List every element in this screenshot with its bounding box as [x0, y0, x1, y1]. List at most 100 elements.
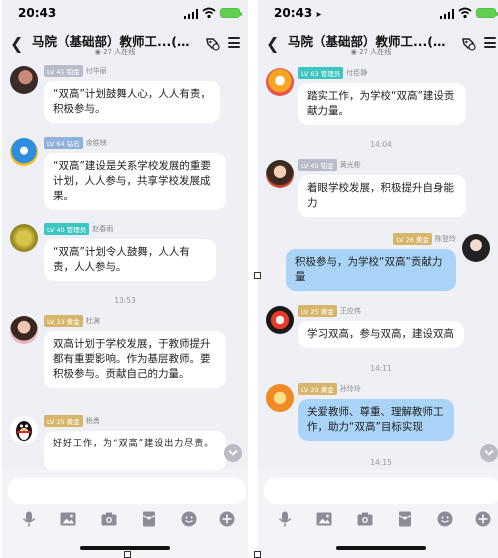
user-avatar-icon[interactable] — [10, 138, 38, 166]
status-icons — [180, 7, 242, 19]
sender-meta: LV 33 黄金 杜渊 — [44, 315, 100, 327]
user-avatar-icon[interactable] — [462, 234, 490, 262]
emoji-icon[interactable] — [180, 510, 198, 528]
image-icon[interactable] — [59, 510, 77, 528]
timestamp: 13:53 — [114, 296, 136, 305]
qq-penguin-avatar-icon[interactable] — [10, 416, 38, 444]
sender-name: 杜渊 — [85, 317, 100, 325]
chevron-down-icon — [484, 449, 494, 456]
sender-meta: LV 64 钻石 余胜映 — [44, 137, 107, 149]
back-icon[interactable]: ❮ — [266, 34, 279, 53]
message-bubble[interactable]: 学习双高，参与双高，建设双高 — [298, 321, 464, 348]
selection-handle — [254, 551, 261, 558]
status-bar: 20:43 — [2, 0, 248, 24]
user-avatar-icon[interactable] — [10, 316, 38, 344]
toolbar — [2, 510, 248, 530]
phone-screen-right: 20:43 ➤ ❮ 马院（基础部）教师工...(37) ◉ 27 人在线 LV … — [258, 0, 498, 558]
status-icons — [436, 7, 498, 19]
user-avatar-icon[interactable] — [10, 66, 38, 94]
sender-name: 孙玲玲 — [339, 385, 361, 393]
sender-name: 王应伟 — [339, 307, 361, 315]
sender-meta: LV 40 管理员 赵春雨 — [44, 223, 114, 235]
wifi-icon — [458, 7, 472, 19]
sender-meta: LV 25 黄金 杨勇 — [44, 415, 100, 427]
level-badge: LV 25 黄金 — [298, 305, 337, 317]
level-badge: LV 45 铂金 — [298, 159, 337, 171]
selection-handle — [254, 272, 261, 279]
screen-divider — [252, 0, 254, 558]
level-badge: LV 40 管理员 — [44, 223, 90, 235]
user-avatar-icon[interactable] — [266, 68, 294, 96]
call-icon[interactable] — [460, 35, 476, 51]
user-avatar-icon[interactable] — [266, 306, 294, 334]
back-icon[interactable]: ❮ — [10, 34, 23, 53]
microphone-icon[interactable] — [20, 510, 38, 528]
message-bubble[interactable]: “双高”计划令人鼓舞，人人有责，人人参与。 — [44, 239, 216, 281]
screenshot-pair: 20:43 ❮ 马院（基础部）教师工...(37) ◉ 27 人在线 LV 41… — [0, 0, 498, 558]
signal-icon — [440, 9, 454, 19]
sender-meta: LV 63 管理员 付臣静 — [298, 67, 368, 79]
message-bubble[interactable]: 着眼学校发展，积极提升自身能力 — [298, 175, 466, 217]
location-arrow-icon: ➤ — [312, 10, 322, 19]
level-badge: LV 33 黄金 — [44, 315, 83, 327]
red-packet-icon[interactable] — [140, 510, 158, 528]
message-bubble[interactable]: 踏实工作，为学校“双高”建设贡献力量。 — [298, 83, 466, 125]
timestamp: 14:15 — [370, 458, 392, 467]
microphone-icon[interactable] — [276, 510, 294, 528]
camera-icon[interactable] — [100, 510, 118, 528]
sender-name: 付臣静 — [346, 69, 368, 77]
battery-icon — [476, 8, 498, 18]
online-count: ◉ 27 人在线 — [94, 48, 136, 56]
message-bubble[interactable]: 积极参与，为学校“双高”贡献力量 — [286, 249, 456, 291]
level-badge: LV 29 黄金 — [298, 383, 337, 395]
level-badge: LV 63 管理员 — [298, 67, 344, 79]
sender-name: 余胜映 — [85, 139, 107, 147]
online-dot-icon: ◉ — [350, 48, 360, 56]
input-area — [258, 470, 498, 558]
menu-icon[interactable] — [228, 37, 240, 48]
level-badge: LV 64 钻石 — [44, 137, 83, 149]
status-bar: 20:43 ➤ — [258, 0, 498, 24]
message-bubble[interactable]: 关爱教师、尊重、理解教师工作，助力“双高”目标实现 — [298, 399, 454, 441]
selection-handle — [124, 551, 131, 558]
level-badge: LV 26 黄金 — [393, 233, 432, 245]
timestamp: 14:11 — [370, 364, 392, 373]
sender-meta: LV 29 黄金 孙玲玲 — [298, 383, 361, 395]
input-area — [2, 470, 248, 558]
message-bubble[interactable]: “双高”建设是关系学校发展的重要计划，人人参与，共享学校发展成果。 — [44, 153, 226, 210]
red-packet-icon[interactable] — [396, 510, 414, 528]
message-bubble[interactable]: 双高计划于学校发展，于教师提升都有重要影响。作为基层教师。要积极参与。贡献自己的… — [44, 331, 226, 388]
message-input[interactable] — [264, 478, 498, 504]
toolbar — [258, 510, 498, 530]
status-time: 20:43 ➤ — [274, 6, 322, 20]
online-dot-icon: ◉ — [94, 48, 104, 56]
user-avatar-icon[interactable] — [266, 160, 294, 188]
home-indicator — [336, 546, 426, 550]
message-bubble[interactable]: “双高”计划鼓舞人心，人人有责，积极参与。 — [44, 81, 220, 123]
image-icon[interactable] — [315, 510, 333, 528]
scroll-to-bottom-button[interactable] — [224, 444, 242, 462]
sender-meta: LV 26 黄金 陈登玲 — [393, 233, 456, 245]
user-avatar-icon[interactable] — [266, 384, 294, 412]
online-count: ◉ 27 人在线 — [350, 48, 392, 56]
emoji-icon[interactable] — [436, 510, 454, 528]
menu-icon[interactable] — [484, 37, 496, 48]
status-time: 20:43 — [18, 6, 57, 20]
level-badge: LV 25 黄金 — [44, 415, 83, 427]
plus-icon[interactable] — [474, 510, 492, 528]
user-avatar-icon[interactable] — [10, 224, 38, 252]
sender-name: 付华丽 — [85, 67, 107, 75]
chat-header: ❮ 马院（基础部）教师工...(37) ◉ 27 人在线 — [2, 28, 248, 60]
chevron-down-icon — [228, 449, 238, 456]
plus-icon[interactable] — [218, 510, 236, 528]
home-indicator — [80, 546, 170, 550]
level-badge: LV 41 铂金 — [44, 65, 83, 77]
timestamp: 14:04 — [370, 140, 392, 149]
sender-name: 赵春雨 — [92, 225, 114, 233]
message-input[interactable] — [8, 478, 246, 504]
message-bubble[interactable]: 好好工作，为“双高”建设出力尽责。 — [44, 431, 226, 471]
wifi-icon — [202, 7, 216, 19]
signal-icon — [184, 9, 198, 19]
call-icon[interactable] — [204, 35, 220, 51]
camera-icon[interactable] — [356, 510, 374, 528]
